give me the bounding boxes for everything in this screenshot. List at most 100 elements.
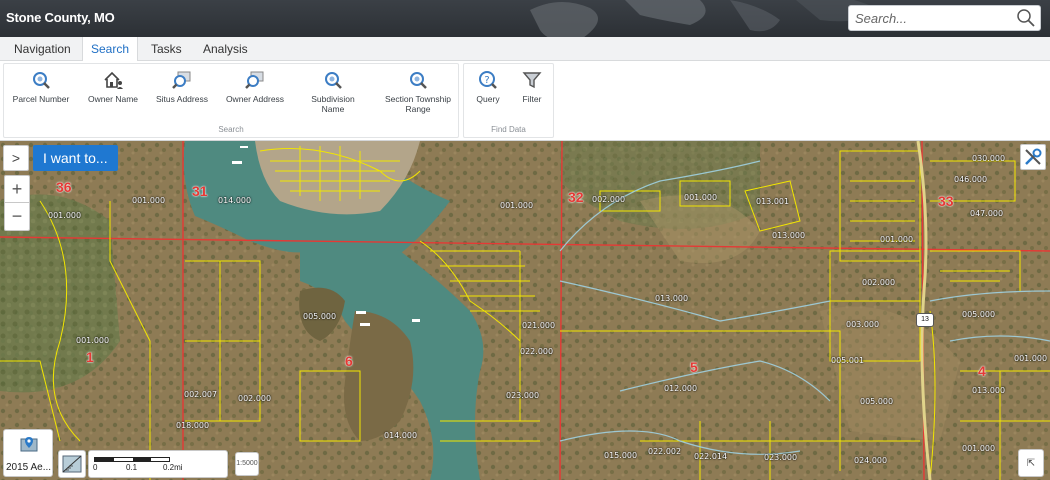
parcel-label: 015.000 — [604, 451, 638, 460]
parcel-label: 018.000 — [176, 421, 210, 430]
route-shield: 13 — [916, 313, 934, 327]
section-label: 33 — [938, 193, 954, 209]
parcel-label: 022.000 — [520, 347, 554, 356]
svg-text:?: ? — [484, 75, 489, 86]
aerial-imagery — [0, 141, 1050, 480]
magnifier-icon — [410, 72, 427, 89]
wrench-icon — [1025, 148, 1042, 165]
parcel-label: 024.000 — [854, 456, 888, 465]
tool-label: Query — [476, 94, 500, 104]
parcel-label: 013.000 — [772, 231, 806, 240]
parcel-label: 003.000 — [846, 320, 880, 329]
app-title: Stone County, MO — [6, 10, 115, 25]
search-icon[interactable] — [1016, 8, 1036, 28]
section-township-range-tool[interactable]: Section Township Range — [380, 70, 456, 114]
title-bar: Stone County, MO — [0, 0, 1050, 37]
parcel-label: 013.000 — [972, 386, 1006, 395]
zoom-in-button[interactable]: + — [5, 176, 29, 203]
parcel-label: 001.000 — [48, 211, 82, 220]
zoom-out-button[interactable]: − — [5, 203, 29, 230]
group-label: Search — [218, 125, 244, 134]
parcel-label: 002.007 — [184, 390, 218, 399]
parcel-label: 022.002 — [648, 447, 682, 456]
tab-analysis[interactable]: Analysis — [195, 37, 256, 61]
search-group: Parcel Number Owner Name Situs Address O… — [3, 63, 459, 138]
tool-label: Situs Address — [156, 94, 208, 104]
section-label: 5 — [690, 359, 698, 375]
query-tool[interactable]: ? Query — [470, 70, 506, 104]
section-label: 32 — [568, 189, 584, 205]
i-want-to-button[interactable]: I want to... — [33, 145, 118, 171]
group-label: Find Data — [491, 125, 526, 134]
search-input[interactable] — [855, 9, 1015, 27]
section-label: 36 — [56, 179, 72, 195]
tab-navigation[interactable]: Navigation — [6, 37, 79, 61]
parcel-label: 023.000 — [764, 453, 798, 462]
basemap-label: 2015 Ae... — [6, 462, 52, 473]
section-label: 1 — [86, 349, 94, 365]
ribbon-tabs: Navigation Search Tasks Analysis — [0, 37, 1050, 62]
parcel-label: 002.000 — [862, 278, 896, 287]
tab-search[interactable]: Search — [82, 37, 139, 62]
magnifier-icon — [33, 72, 50, 89]
find-data-group: ? Query Filter Find Data — [463, 63, 554, 138]
query-icon: ? — [479, 71, 497, 89]
parcel-label: 001.000 — [880, 235, 914, 244]
tools-button[interactable] — [1020, 144, 1046, 170]
parcel-label: 002.000 — [592, 195, 626, 204]
parcel-label: 005.000 — [962, 310, 996, 319]
parcel-label: 001.000 — [962, 444, 996, 453]
parcel-label: 001.000 — [76, 336, 110, 345]
parcel-label: 021.000 — [522, 321, 556, 330]
subdivision-name-tool[interactable]: Subdivision Name — [302, 70, 364, 114]
parcel-label: 013.001 — [756, 197, 790, 206]
section-label: 6 — [345, 353, 353, 369]
owner-address-tool[interactable]: Owner Address — [219, 70, 291, 104]
tool-label: Owner Address — [225, 94, 285, 104]
map-view[interactable]: 36 31 32 33 1 6 5 4 001.000 014.000 001.… — [0, 141, 1050, 480]
section-label: 31 — [192, 183, 208, 199]
situs-address-tool[interactable]: Situs Address — [149, 70, 215, 104]
collapse-corner-button[interactable]: ⇱ — [1018, 449, 1044, 477]
parcel-label: 001.000 — [132, 196, 166, 205]
parcel-number-tool[interactable]: Parcel Number — [8, 70, 74, 104]
tool-label: Filter — [522, 94, 542, 104]
tool-label: Parcel Number — [12, 94, 70, 104]
scale-tick: 0.2mi — [163, 463, 183, 472]
map-search-icon — [172, 71, 191, 89]
chevron-right-icon: > — [11, 150, 21, 166]
filter-tool[interactable]: Filter — [514, 70, 550, 104]
parcel-label: 023.000 — [506, 391, 540, 400]
tool-label: Owner Name — [87, 94, 139, 104]
parcel-label: 014.000 — [384, 431, 418, 440]
parcel-label: 005.000 — [860, 397, 894, 406]
ribbon-toolbar: Parcel Number Owner Name Situs Address O… — [0, 61, 1050, 141]
parcel-label: 012.000 — [664, 384, 698, 393]
owner-house-icon — [104, 71, 123, 89]
owner-name-tool[interactable]: Owner Name — [82, 70, 144, 104]
parcel-label: 005.001 — [831, 356, 865, 365]
arrow-up-left-icon: ⇱ — [1026, 458, 1036, 469]
tab-tasks[interactable]: Tasks — [143, 37, 190, 61]
map-search-icon — [245, 71, 264, 89]
global-search[interactable] — [848, 5, 1041, 31]
parcel-label: 001.000 — [500, 201, 534, 210]
parcel-label: 005.000 — [303, 312, 337, 321]
basemap-switcher[interactable]: 2015 Ae... — [3, 429, 53, 477]
measure-button[interactable] — [58, 450, 86, 478]
parcel-label: 001.000 — [684, 193, 718, 202]
globe-graphic — [530, 0, 880, 37]
parcel-label: 014.000 — [218, 196, 252, 205]
map-pin-icon — [20, 437, 38, 452]
scale-bar: 0 0.1 0.2mi — [88, 450, 228, 478]
scale-ratio-button[interactable]: 1:5000 — [235, 452, 259, 476]
ruler-map-icon — [62, 455, 82, 473]
expand-panel-button[interactable]: > — [3, 145, 29, 171]
parcel-label: 002.000 — [238, 394, 272, 403]
parcel-label: 013.000 — [655, 294, 689, 303]
parcel-label: 001.000 — [1014, 354, 1048, 363]
zoom-control: + − — [4, 175, 30, 231]
section-label: 4 — [978, 363, 986, 379]
magnifier-icon — [325, 72, 342, 89]
parcel-label: 046.000 — [954, 175, 988, 184]
